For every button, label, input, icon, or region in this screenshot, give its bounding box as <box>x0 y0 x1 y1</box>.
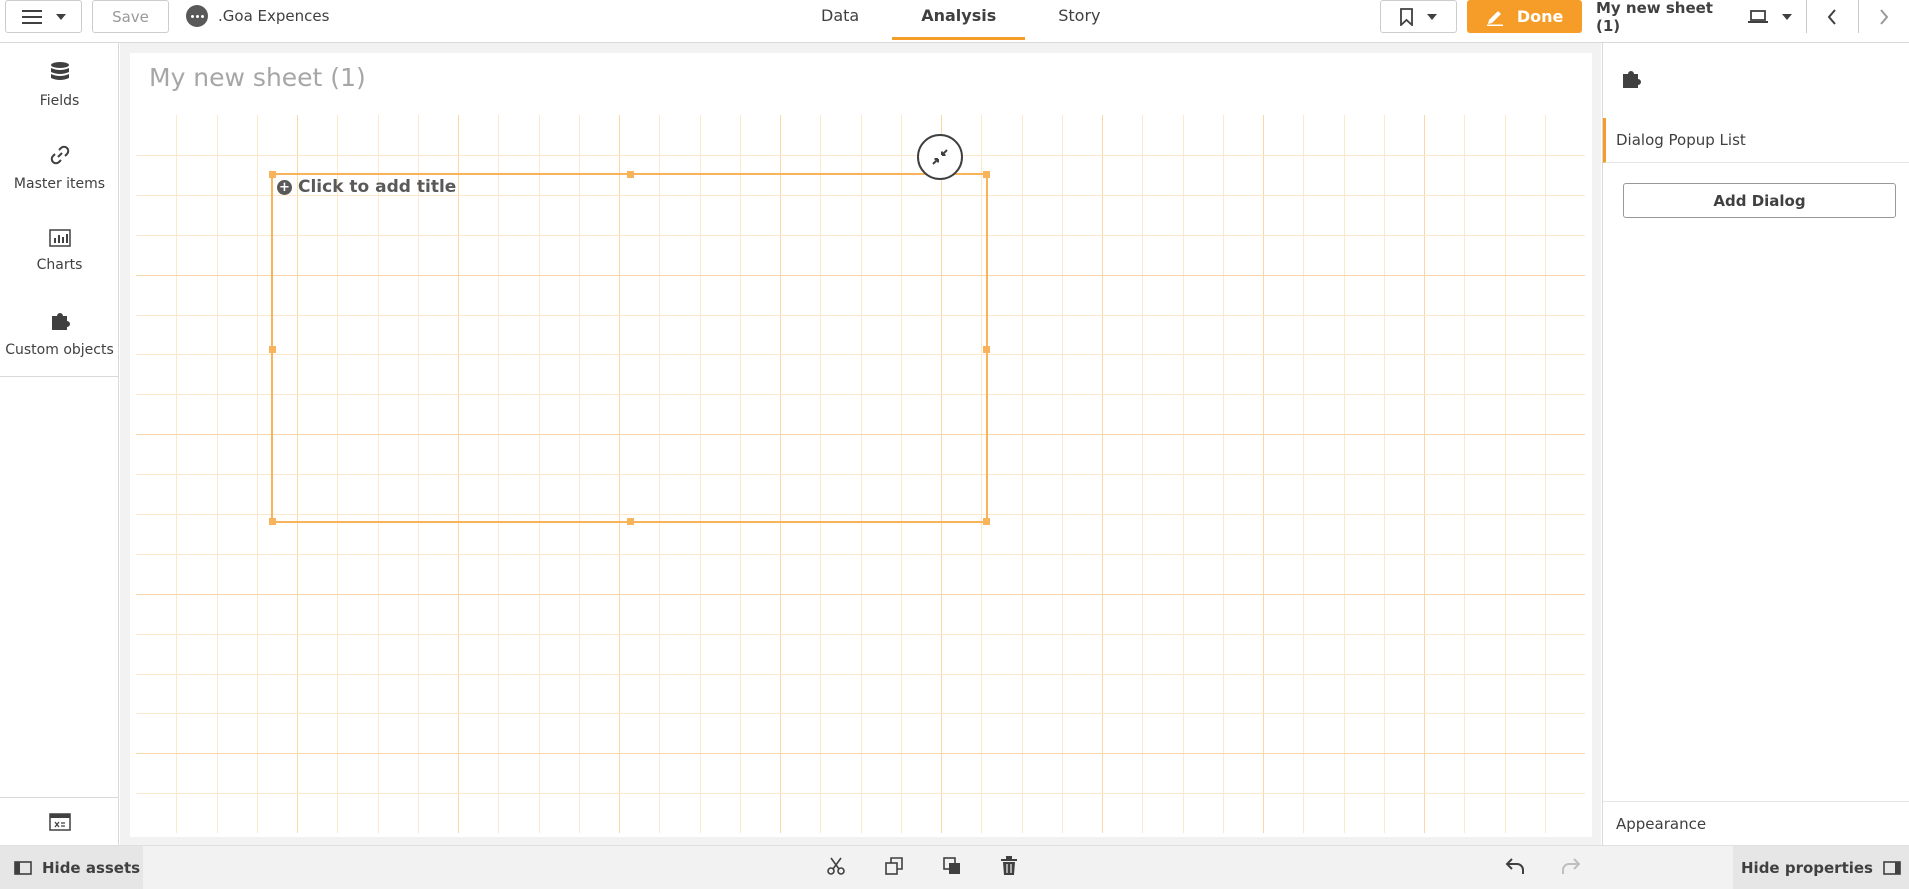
properties-panel: Dialog Popup List Add Dialog Appearance <box>1602 43 1909 845</box>
grid-row-line <box>136 753 1585 754</box>
tab-story[interactable]: Story <box>1027 0 1131 40</box>
assets-fields-label: Fields <box>39 92 80 109</box>
edit-tools <box>826 846 1018 889</box>
hide-properties-button[interactable]: Hide properties <box>1733 846 1909 889</box>
next-sheet-button[interactable] <box>1857 0 1909 33</box>
current-sheet-name[interactable]: My new sheet (1) <box>1582 0 1748 35</box>
redo-button[interactable] <box>1561 857 1581 879</box>
variables-button[interactable] <box>0 797 119 845</box>
resize-handle-top-right[interactable] <box>983 171 990 178</box>
sheet-navigation: My new sheet (1) <box>1582 0 1909 35</box>
expand-object-button[interactable] <box>917 134 963 180</box>
assets-panel: Fields Master items Charts Custom object… <box>0 43 119 845</box>
assets-master-items-label: Master items <box>13 175 106 192</box>
cut-button[interactable] <box>826 856 846 880</box>
save-button[interactable]: Save <box>92 0 169 33</box>
resize-handle-left[interactable] <box>269 346 276 353</box>
assets-charts[interactable]: Charts <box>0 209 119 292</box>
variables-icon <box>48 812 71 831</box>
grid-row-line <box>136 594 1585 595</box>
mode-tabs: Data Analysis Story <box>790 0 1131 40</box>
copy-button[interactable] <box>884 856 904 880</box>
sheet-list-caret-icon[interactable] <box>1782 13 1793 20</box>
hide-assets-label: Hide assets <box>42 859 141 877</box>
panel-right-icon <box>1883 861 1901 875</box>
resize-handle-bottom[interactable] <box>627 518 634 525</box>
redo-icon <box>1562 858 1581 874</box>
extension-puzzle-icon <box>1620 68 1642 94</box>
assets-fields[interactable]: Fields <box>0 43 119 126</box>
app-name-label: .Goa Expences <box>218 7 330 25</box>
collapse-arrows-icon <box>932 149 948 165</box>
top-toolbar: Save .Goa Expences Data Analysis Story D… <box>0 0 1909 43</box>
resize-handle-right[interactable] <box>983 346 990 353</box>
panel-left-icon <box>14 861 32 875</box>
tab-data[interactable]: Data <box>790 0 890 40</box>
bar-chart-icon <box>48 228 71 247</box>
sheet-title[interactable]: My new sheet (1) <box>149 63 366 92</box>
copy-icon <box>885 857 903 875</box>
grid-row-line <box>136 674 1585 675</box>
history-tools <box>1505 846 1581 889</box>
dialog-popup-list-section[interactable]: Dialog Popup List <box>1603 118 1909 163</box>
chevron-right-icon <box>1880 8 1889 25</box>
selected-empty-object[interactable]: + Click to add title <box>269 171 990 525</box>
scissors-icon <box>827 857 845 875</box>
done-label: Done <box>1516 7 1564 26</box>
hamburger-icon <box>21 9 42 24</box>
assets-custom-objects-label: Custom objects <box>5 341 114 358</box>
delete-button[interactable] <box>1000 856 1018 880</box>
grid-row-line <box>136 554 1585 555</box>
grid-row-line <box>136 634 1585 635</box>
resize-handle-bottom-left[interactable] <box>269 518 276 525</box>
resize-handle-bottom-right[interactable] <box>983 518 990 525</box>
navigation-menu-button[interactable] <box>5 0 82 33</box>
bookmark-icon <box>1400 7 1413 26</box>
chevron-left-icon <box>1827 8 1837 25</box>
sheet[interactable]: My new sheet (1) + Click to add title <box>130 53 1592 837</box>
bookmarks-button[interactable] <box>1380 0 1457 33</box>
hide-assets-button[interactable]: Hide assets <box>0 846 143 889</box>
undo-button[interactable] <box>1505 857 1525 879</box>
caret-down-icon <box>55 13 66 20</box>
appearance-section[interactable]: Appearance <box>1603 801 1909 845</box>
assets-charts-label: Charts <box>36 256 83 273</box>
resize-handle-top-left[interactable] <box>269 171 276 178</box>
sheet-canvas-area: My new sheet (1) + Click to add title <box>120 43 1601 845</box>
paste-button[interactable] <box>942 856 962 880</box>
undo-icon <box>1505 858 1524 874</box>
plus-circle-icon: + <box>277 179 292 195</box>
hide-properties-label: Hide properties <box>1741 859 1873 877</box>
bottom-toolbar: Hide assets Hide properties <box>0 845 1909 889</box>
tab-analysis[interactable]: Analysis <box>890 0 1027 40</box>
grid-row-line <box>136 793 1585 794</box>
add-dialog-button[interactable]: Add Dialog <box>1623 183 1896 218</box>
puzzle-icon <box>51 312 70 330</box>
previous-sheet-button[interactable] <box>1806 0 1857 33</box>
done-editing-button[interactable]: Done <box>1467 0 1582 33</box>
paste-icon <box>943 857 960 874</box>
grid-row-line <box>136 713 1585 714</box>
app-name[interactable]: .Goa Expences <box>186 0 329 32</box>
assets-master-items[interactable]: Master items <box>0 126 119 209</box>
assets-custom-objects[interactable]: Custom objects <box>0 292 119 375</box>
object-title-label: Click to add title <box>298 177 457 197</box>
app-icon <box>186 5 208 27</box>
database-icon <box>50 61 69 80</box>
caret-down-icon <box>1427 13 1437 20</box>
device-icon[interactable] <box>1748 9 1769 24</box>
trash-icon <box>1001 856 1017 875</box>
resize-handle-top[interactable] <box>627 171 634 178</box>
grid-row-line <box>136 155 1585 156</box>
pencil-icon <box>1486 10 1503 26</box>
link-icon <box>50 145 69 164</box>
object-title-placeholder[interactable]: + Click to add title <box>277 177 456 197</box>
assets-divider <box>0 376 119 377</box>
